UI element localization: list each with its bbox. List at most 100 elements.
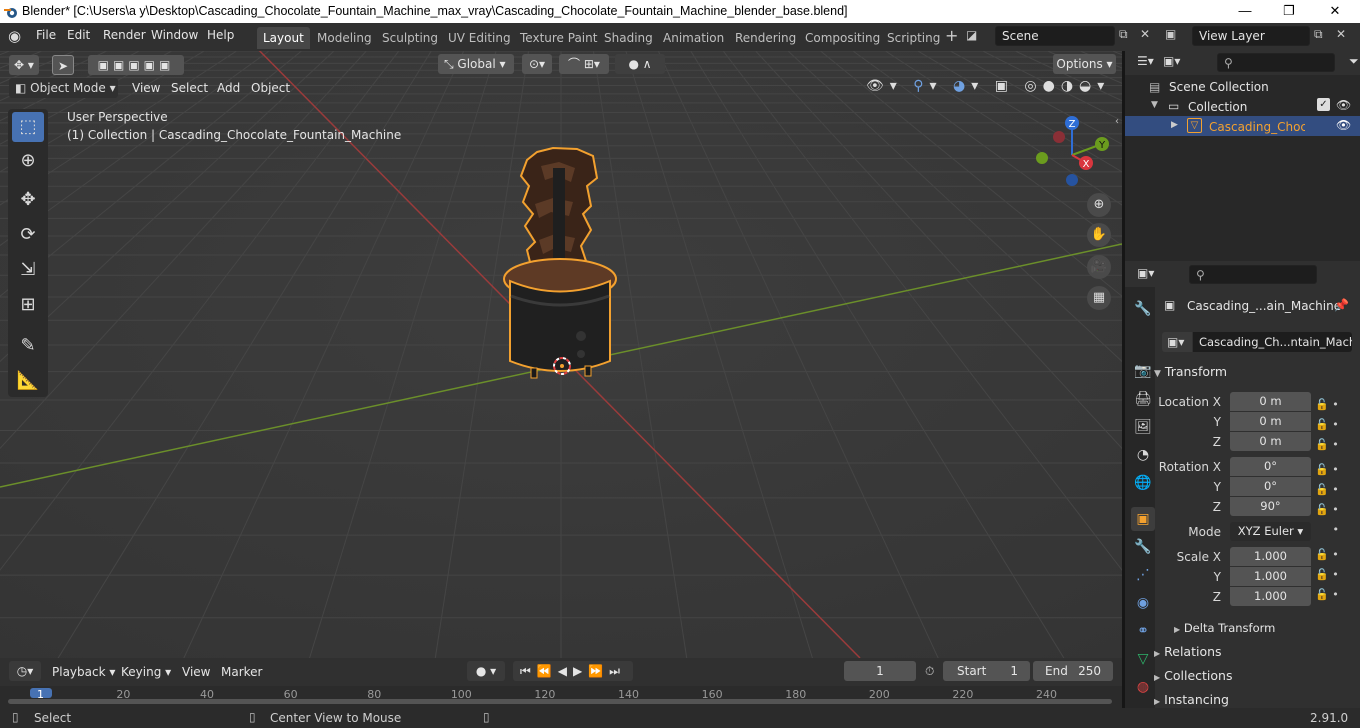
pivot-dropdown[interactable]: ⊙▾: [522, 54, 552, 74]
rotation-x-field[interactable]: 0°: [1230, 457, 1311, 476]
ortho-grid-icon[interactable]: ▦: [1087, 286, 1111, 310]
remove-scene-icon[interactable]: ✕: [1140, 27, 1150, 41]
timeline-menu-marker[interactable]: Marker: [221, 665, 262, 679]
3d-cursor-icon[interactable]: [550, 354, 574, 378]
object-visibility-icon[interactable]: 👁: [1336, 118, 1351, 132]
constraints-tab-icon[interactable]: ⚭: [1131, 619, 1155, 643]
object-browse-icon[interactable]: ▣▾: [1162, 332, 1192, 352]
menu-file[interactable]: File: [36, 28, 56, 42]
timeline-menu-playback[interactable]: Playback ▾: [52, 665, 115, 679]
tab-rendering[interactable]: Rendering: [729, 27, 802, 49]
object-tab-icon[interactable]: ▣: [1131, 507, 1155, 531]
navigation-gizmo[interactable]: Z Y X: [1030, 113, 1114, 193]
data-tab-icon[interactable]: ▽: [1131, 647, 1155, 671]
modifier-tab-icon[interactable]: 🔧: [1131, 535, 1155, 559]
rotation-mode-dropdown[interactable]: XYZ Euler ▾: [1230, 522, 1311, 541]
tab-layout[interactable]: Layout: [257, 27, 310, 49]
maximize-button[interactable]: ❐: [1266, 0, 1312, 23]
menu-render[interactable]: Render: [103, 28, 146, 42]
new-view-layer-icon[interactable]: ⧉: [1314, 27, 1323, 42]
rotate-tool[interactable]: ⟳: [12, 220, 44, 250]
scene-field[interactable]: Scene: [995, 26, 1115, 46]
properties-search-input[interactable]: ⚲: [1189, 265, 1317, 284]
blender-menu-icon[interactable]: ◉: [8, 27, 21, 45]
select-box-tool[interactable]: ⬚: [12, 112, 44, 142]
world-tab-icon[interactable]: 🌐: [1131, 471, 1155, 495]
scale-y-field[interactable]: 1.000: [1230, 567, 1311, 586]
stopwatch-icon[interactable]: ⏱: [925, 664, 934, 679]
view-layer-icon[interactable]: ▣: [1165, 27, 1176, 41]
scene-tab-icon[interactable]: ◔: [1131, 443, 1155, 467]
timeline-scrollbar[interactable]: [8, 699, 1112, 704]
tab-animation[interactable]: Animation: [657, 27, 730, 49]
cursor-tool[interactable]: ⊕: [12, 146, 44, 176]
view-layer-field[interactable]: View Layer: [1192, 26, 1310, 46]
transform-panel-header[interactable]: ▼ Transform: [1154, 364, 1354, 386]
menu-edit[interactable]: Edit: [67, 28, 90, 42]
zoom-icon[interactable]: ⊕: [1087, 193, 1111, 217]
relations-panel-header[interactable]: ▶ Relations: [1154, 644, 1354, 666]
location-y-field[interactable]: 0 m: [1230, 412, 1311, 431]
tab-texture-paint[interactable]: Texture Paint: [514, 27, 603, 49]
timeline-menu-keying[interactable]: Keying ▾: [121, 665, 171, 679]
viewport-menu-object[interactable]: Object: [251, 81, 290, 95]
delta-transform-header[interactable]: ▶ Delta Transform: [1174, 621, 1360, 643]
add-workspace-icon[interactable]: +: [945, 26, 958, 45]
camera-view-icon[interactable]: 🎥: [1087, 255, 1111, 279]
measure-tool[interactable]: 📐: [12, 366, 44, 396]
scale-x-field[interactable]: 1.000: [1230, 547, 1311, 566]
object-expand-icon[interactable]: ▶: [1171, 120, 1178, 130]
object-name-field[interactable]: Cascading_Ch...ntain_Machine: [1193, 332, 1352, 352]
tab-shading[interactable]: Shading: [598, 27, 659, 49]
end-frame-field[interactable]: End 250: [1033, 661, 1113, 681]
editor-type-button[interactable]: ✥ ▾: [9, 55, 39, 75]
scale-z-field[interactable]: 1.000: [1230, 587, 1311, 606]
output-tab-icon[interactable]: 🖨: [1131, 387, 1155, 411]
tab-sculpting[interactable]: Sculpting: [376, 27, 444, 49]
timeline-menu-view[interactable]: View: [182, 665, 210, 679]
playback-controls[interactable]: ⏮⏪◀▶⏩⏭: [513, 661, 633, 681]
pin-icon[interactable]: 📌: [1334, 298, 1349, 312]
scale-tool[interactable]: ⇲: [12, 255, 44, 285]
proportional-editing[interactable]: ● ∧: [615, 54, 665, 74]
minimize-button[interactable]: —: [1222, 0, 1268, 23]
scene-icon[interactable]: ◪: [966, 28, 977, 42]
outliner-search-input[interactable]: ⚲: [1217, 53, 1335, 72]
menu-help[interactable]: Help: [207, 28, 234, 42]
chocolate-fountain-object[interactable]: [495, 146, 625, 386]
sidebar-toggle-icon[interactable]: ‹: [1115, 116, 1119, 127]
transform-tool[interactable]: ⊞: [12, 290, 44, 320]
menu-window[interactable]: Window: [151, 28, 198, 42]
tool-tab-icon[interactable]: 🔧: [1131, 297, 1155, 321]
tab-modeling[interactable]: Modeling: [311, 27, 378, 49]
selection-mode-buttons[interactable]: ▣▣▣▣▣: [88, 55, 184, 75]
collection-visibility-icon[interactable]: 👁: [1336, 98, 1351, 112]
remove-view-layer-icon[interactable]: ✕: [1336, 27, 1346, 41]
rotation-y-field[interactable]: 0°: [1230, 477, 1311, 496]
display-mode-icon[interactable]: ▣▾: [1163, 54, 1180, 68]
new-scene-icon[interactable]: ⧉: [1119, 27, 1128, 42]
collections-panel-header[interactable]: ▶ Collections: [1154, 668, 1354, 690]
annotate-tool[interactable]: ✎: [12, 331, 44, 361]
record-button[interactable]: ● ▾: [467, 661, 505, 681]
start-frame-field[interactable]: Start 1: [943, 661, 1030, 681]
viewport-menu-view[interactable]: View: [132, 81, 160, 95]
viewport-menu-add[interactable]: Add: [217, 81, 240, 95]
collection-label[interactable]: Collection: [1188, 100, 1247, 114]
filter-icon[interactable]: ⏷: [1349, 54, 1359, 69]
location-x-field[interactable]: 0 m: [1230, 392, 1311, 411]
outliner-editor-icon[interactable]: ☰▾: [1137, 54, 1154, 68]
pan-hand-icon[interactable]: ✋: [1087, 223, 1111, 247]
scene-collection-label[interactable]: Scene Collection: [1169, 80, 1269, 94]
collection-checkbox[interactable]: ✓: [1317, 98, 1330, 111]
tab-scripting[interactable]: Scripting: [881, 27, 946, 49]
snap-dropdown[interactable]: ⌒ ⊞▾: [559, 54, 609, 74]
3d-viewport[interactable]: ✥ ▾ ➤ ▣▣▣▣▣ ⤡ Global ▾ ⊙▾ ⌒ ⊞▾ ● ∧ Optio…: [0, 51, 1122, 658]
timeline-editor-icon[interactable]: ◷▾: [9, 661, 41, 681]
outliner-object-label[interactable]: Cascading_Chocolate_Fountain_Machine: [1209, 120, 1305, 134]
tab-uv-editing[interactable]: UV Editing: [442, 27, 517, 49]
select-tool-button[interactable]: ➤: [52, 55, 74, 75]
lock-column[interactable]: 🔓 • 🔓 • 🔓 • 🔓 • 🔓 • 🔓 • • 🔓 • 🔓 • 🔓 •: [1315, 395, 1351, 605]
location-z-field[interactable]: 0 m: [1230, 432, 1311, 451]
tab-compositing[interactable]: Compositing: [799, 27, 886, 49]
